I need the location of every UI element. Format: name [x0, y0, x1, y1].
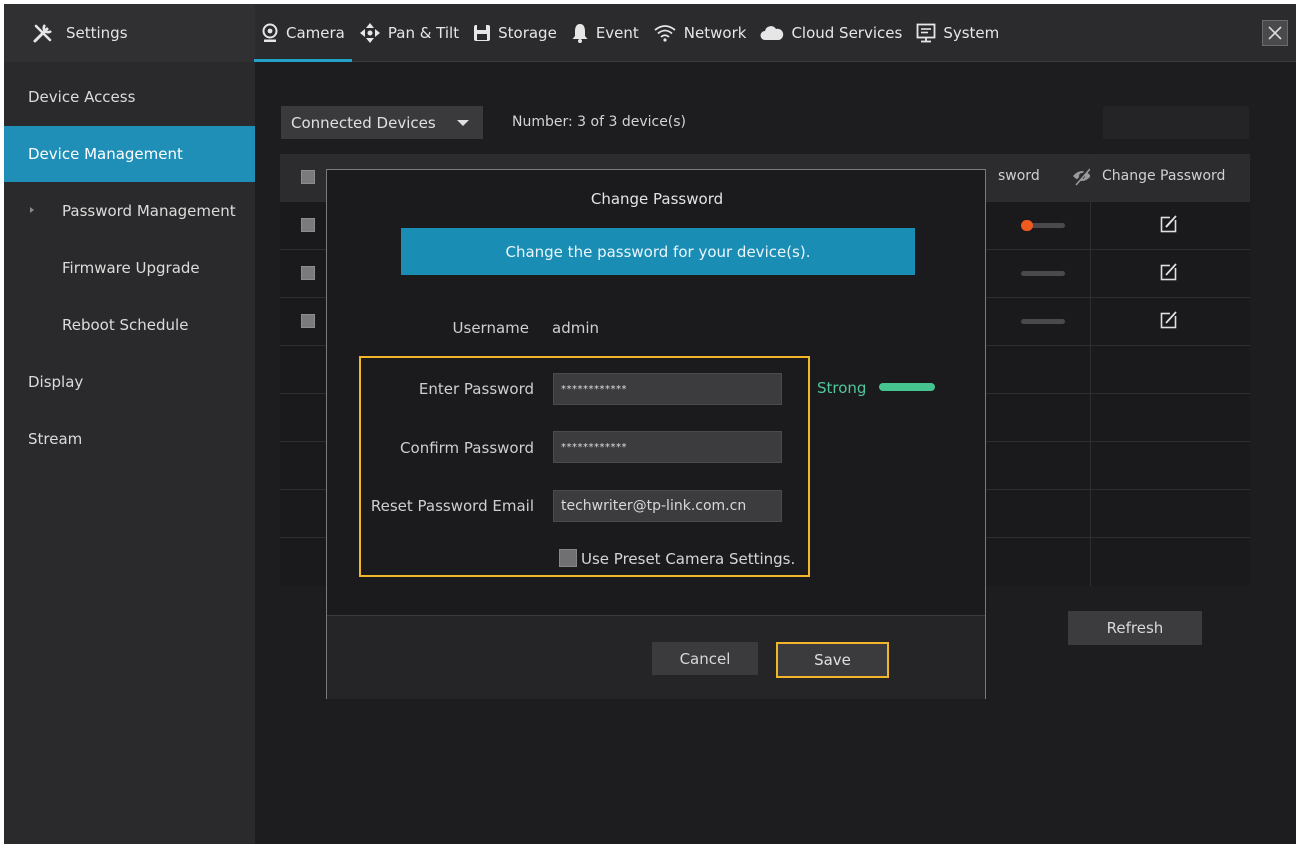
- password-column-header: sword: [998, 168, 1040, 184]
- tab-pan-tilt-label: Pan & Tilt: [387, 24, 460, 42]
- cloud-icon: [760, 26, 784, 40]
- refresh-button[interactable]: Refresh: [1068, 611, 1202, 645]
- storage-icon: [474, 25, 491, 41]
- pan-tilt-icon: [359, 23, 380, 43]
- sidebar-item-label: Display: [28, 373, 84, 391]
- username-value: admin: [552, 319, 599, 337]
- close-icon: [1268, 26, 1282, 40]
- sidebar-item-firmware-upgrade[interactable]: Firmware Upgrade: [4, 240, 255, 296]
- select-all-checkbox[interactable]: [301, 170, 315, 184]
- tools-icon: [33, 24, 52, 43]
- toggle-knob: [1021, 220, 1033, 231]
- tab-camera-label: Camera: [286, 24, 345, 42]
- sidebar-item-label: Device Access: [28, 88, 136, 106]
- obscured-button: [1103, 106, 1249, 139]
- sidebar-item-label: Firmware Upgrade: [62, 259, 200, 277]
- tab-network[interactable]: Network: [646, 4, 754, 62]
- bell-icon: [572, 24, 588, 43]
- password-visibility-toggle[interactable]: [1021, 271, 1065, 276]
- edit-icon[interactable]: [1160, 263, 1178, 281]
- dialog-title: Change Password: [590, 190, 724, 208]
- tab-system[interactable]: System: [909, 4, 1006, 62]
- enter-password-field[interactable]: ************: [553, 373, 782, 405]
- password-strength-label: Strong: [817, 379, 867, 397]
- preset-settings-label: Use Preset Camera Settings.: [581, 550, 796, 568]
- password-strength-bar: [879, 383, 935, 391]
- tab-pan-tilt[interactable]: Pan & Tilt: [352, 4, 466, 62]
- edit-icon[interactable]: [1160, 215, 1178, 233]
- edit-icon[interactable]: [1160, 311, 1178, 329]
- sidebar-item-display[interactable]: Display: [4, 354, 255, 410]
- sidebar-item-device-access[interactable]: Device Access: [4, 69, 255, 125]
- sidebar-item-device-management[interactable]: Device Management: [4, 126, 255, 182]
- change-password-dialog: Change Password Change the password for …: [326, 169, 986, 699]
- change-password-column-header: Change Password: [1102, 168, 1226, 184]
- confirm-password-field[interactable]: ************: [553, 431, 782, 463]
- device-filter-value: Connected Devices: [291, 113, 436, 132]
- tab-system-label: System: [943, 24, 1000, 42]
- row-checkbox[interactable]: [301, 266, 315, 280]
- settings-title: Settings: [66, 24, 128, 42]
- password-visibility-toggle[interactable]: [1021, 220, 1065, 231]
- tab-network-label: Network: [683, 24, 747, 42]
- sidebar: Device Access Device Management Password…: [4, 62, 255, 844]
- device-count: Number: 3 of 3 device(s): [512, 114, 687, 130]
- reset-email-field[interactable]: techwriter@tp-link.com.cn: [553, 490, 782, 522]
- app-window: Settings Camera Pan & Tilt Storage Event…: [4, 4, 1296, 844]
- main-tabs: Camera Pan & Tilt Storage Event Network …: [254, 4, 1006, 62]
- confirm-password-label: Confirm Password: [400, 439, 534, 457]
- device-filter-dropdown[interactable]: Connected Devices: [281, 106, 483, 139]
- sidebar-item-stream[interactable]: Stream: [4, 411, 255, 467]
- wifi-icon: [654, 25, 676, 42]
- sidebar-item-reboot-schedule[interactable]: Reboot Schedule: [4, 297, 255, 353]
- caret-right-icon: [30, 207, 34, 213]
- tab-event[interactable]: Event: [564, 4, 646, 62]
- tab-cloud-services[interactable]: Cloud Services: [753, 4, 909, 62]
- enter-password-label: Enter Password: [418, 380, 534, 398]
- tab-event-label: Event: [595, 24, 639, 42]
- tab-storage[interactable]: Storage: [466, 4, 564, 62]
- caret-down-icon: [457, 120, 469, 126]
- cancel-button[interactable]: Cancel: [652, 642, 758, 675]
- close-button[interactable]: [1262, 20, 1288, 46]
- sidebar-item-label: Stream: [28, 430, 83, 448]
- column-divider: [1090, 154, 1091, 586]
- sidebar-item-label: Password Management: [62, 202, 236, 220]
- preset-settings-checkbox[interactable]: [559, 549, 577, 567]
- sidebar-item-label: Reboot Schedule: [62, 316, 189, 334]
- tab-cloud-services-label: Cloud Services: [791, 24, 903, 42]
- monitor-icon: [916, 23, 936, 43]
- camera-pin-icon: [262, 23, 278, 42]
- password-visibility-toggle[interactable]: [1021, 319, 1065, 324]
- row-checkbox[interactable]: [301, 314, 315, 328]
- settings-header: Settings: [4, 4, 255, 62]
- sidebar-item-label: Device Management: [28, 145, 183, 163]
- tab-storage-label: Storage: [498, 24, 557, 42]
- top-bar: Settings Camera Pan & Tilt Storage Event…: [4, 4, 1296, 62]
- tab-camera[interactable]: Camera: [254, 4, 352, 62]
- dialog-banner: Change the password for your device(s).: [401, 228, 915, 275]
- save-button[interactable]: Save: [776, 642, 889, 678]
- username-label: Username: [452, 319, 529, 337]
- row-checkbox[interactable]: [301, 218, 315, 232]
- reset-email-label: Reset Password Email: [370, 497, 534, 515]
- sidebar-item-password-management[interactable]: Password Management: [4, 183, 255, 239]
